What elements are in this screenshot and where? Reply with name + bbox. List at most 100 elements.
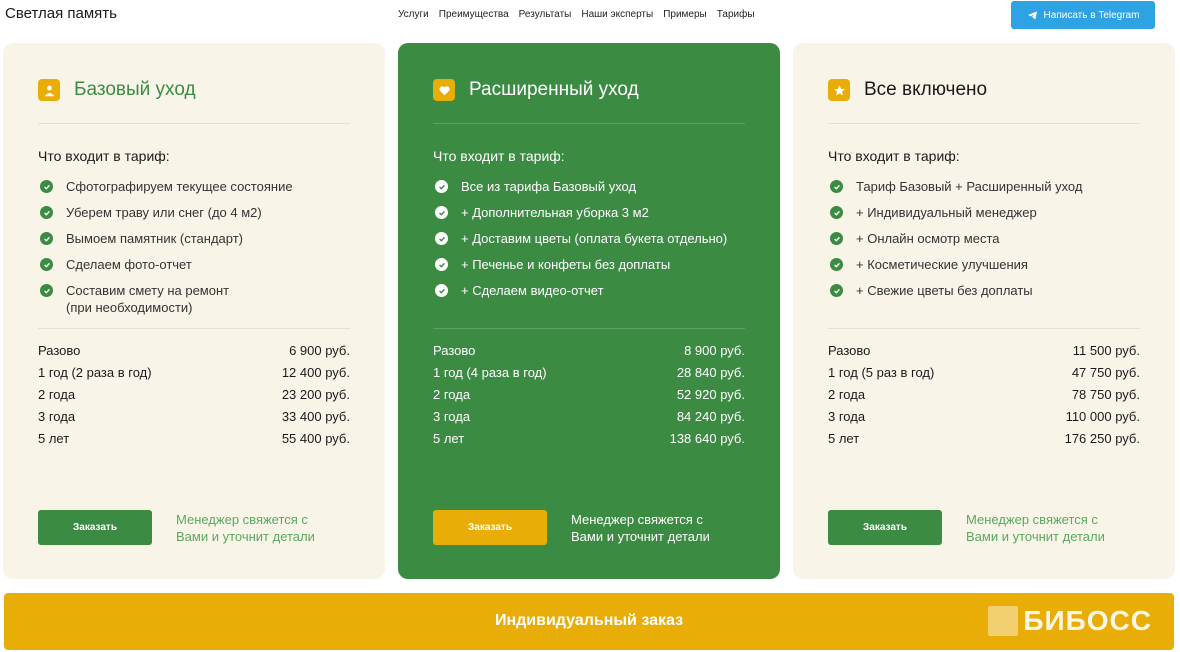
- nav-item-experts[interactable]: Наши эксперты: [581, 9, 653, 20]
- nav-item-examples[interactable]: Примеры: [663, 9, 707, 20]
- order-note: Менеджер свяжется с Вами и уточнит детал…: [176, 512, 315, 544]
- price-row: 5 лет 55 400 руб.: [38, 431, 350, 447]
- price-period: 1 год (4 раза в год): [433, 365, 547, 380]
- nav-item-advantages[interactable]: Преимущества: [439, 9, 509, 20]
- price-row: 3 года 33 400 руб.: [38, 409, 350, 425]
- price-row: Разово 11 500 руб.: [828, 343, 1140, 359]
- plan-title: Все включено: [864, 79, 988, 100]
- includes-label: Что входит в тариф:: [433, 148, 565, 164]
- price-row: Разово 8 900 руб.: [433, 343, 745, 359]
- plan-card-extended: Расширенный уход Что входит в тариф: Все…: [398, 43, 780, 579]
- feature-item: + Индивидуальный менеджер: [830, 204, 1160, 221]
- price-period: 5 лет: [433, 431, 465, 446]
- feature-item: Вымоем памятник (стандарт): [40, 230, 370, 247]
- price-list: Разово 6 900 руб. 1 год (2 раза в год) 12 …: [38, 343, 350, 453]
- feature-text: + Свежие цветы без доплаты: [856, 283, 1033, 298]
- price-row: 5 лет 176 250 руб.: [828, 431, 1140, 447]
- price-value: 78 750 руб.: [1071, 387, 1140, 402]
- order-button[interactable]: Заказать: [38, 510, 152, 545]
- price-period: 5 лет: [828, 431, 860, 446]
- price-row: 5 лет 138 640 руб.: [433, 431, 745, 447]
- plan-header: Все включено: [828, 79, 987, 101]
- brand-logo-icon: [988, 606, 1019, 636]
- feature-item: Сфотографируем текущее состояние: [40, 178, 370, 195]
- nav-item-results[interactable]: Результаты: [519, 9, 572, 20]
- individual-order-bar[interactable]: Индивидуальный заказ БИБОСС: [4, 593, 1174, 650]
- price-period: Разово: [433, 343, 476, 358]
- plan-header: Базовый уход: [38, 79, 196, 101]
- plan-card-all-inclusive: Все включено Что входит в тариф: Тариф Б…: [793, 43, 1175, 579]
- price-value: 47 750 руб.: [1071, 365, 1140, 380]
- plan-header: Расширенный уход: [433, 79, 639, 101]
- feature-item: + Косметические улучшения: [830, 256, 1160, 273]
- divider: [433, 123, 745, 124]
- includes-label: Что входит в тариф:: [828, 148, 960, 164]
- check-icon: [435, 258, 448, 271]
- plan-title: Базовый уход: [74, 79, 196, 100]
- feature-text: Вымоем памятник (стандарт): [66, 231, 243, 246]
- plan-card-basic: Базовый уход Что входит в тариф: Сфотогр…: [3, 43, 385, 579]
- feature-item: + Свежие цветы без доплаты: [830, 282, 1160, 299]
- feature-text: Уберем траву или снег (до 4 м2): [66, 205, 262, 220]
- price-value: 84 240 руб.: [676, 409, 745, 424]
- telegram-button[interactable]: Написать в Telegram: [1011, 1, 1155, 29]
- feature-text: Сделаем фото-отчет: [66, 257, 192, 272]
- feature-item: + Печенье и конфеты без доплаты: [435, 256, 765, 273]
- divider: [433, 328, 745, 329]
- divider: [828, 123, 1140, 124]
- price-period: 5 лет: [38, 431, 70, 446]
- price-value: 28 840 руб.: [676, 365, 745, 380]
- price-row: 3 года 110 000 руб.: [828, 409, 1140, 425]
- order-note: Менеджер свяжется с Вами и уточнит детал…: [571, 512, 710, 544]
- check-icon: [40, 284, 53, 297]
- brand-watermark: БИБОСС: [988, 605, 1152, 637]
- feature-item: Все из тарифа Базовый уход: [435, 178, 765, 195]
- header: Светлая память Услуги Преимущества Резул…: [0, 0, 1180, 34]
- nav-item-services[interactable]: Услуги: [398, 9, 429, 20]
- price-row: 3 года 84 240 руб.: [433, 409, 745, 425]
- price-period: Разово: [38, 343, 81, 358]
- price-row: 1 год (4 раза в год) 28 840 руб.: [433, 365, 745, 381]
- feature-item: + Дополнительная уборка 3 м2: [435, 204, 765, 221]
- price-value: 138 640 руб.: [669, 431, 745, 446]
- order-button[interactable]: Заказать: [828, 510, 942, 545]
- price-value: 55 400 руб.: [281, 431, 350, 446]
- price-period: 1 год (2 раза в год): [38, 365, 152, 380]
- price-list: Разово 11 500 руб. 1 год (5 раз в год) 47 …: [828, 343, 1140, 453]
- telegram-button-label: Написать в Telegram: [1043, 9, 1140, 21]
- feature-list: Сфотографируем текущее состояние Уберем …: [40, 178, 370, 325]
- price-value: 23 200 руб.: [281, 387, 350, 402]
- divider: [828, 328, 1140, 329]
- heart-icon: [433, 79, 455, 101]
- price-row: 1 год (2 раза в год) 12 400 руб.: [38, 365, 350, 381]
- nav-item-tariffs[interactable]: Тарифы: [717, 9, 755, 20]
- order-button[interactable]: Заказать: [433, 510, 547, 545]
- price-value: 11 500 руб.: [1072, 343, 1140, 358]
- check-icon: [830, 206, 843, 219]
- price-period: 3 года: [38, 409, 76, 424]
- feature-text: Тариф Базовый + Расширенный уход: [856, 179, 1083, 194]
- feature-text: Все из тарифа Базовый уход: [461, 179, 637, 194]
- feature-item: + Доставим цветы (оплата букета отдельно…: [435, 230, 765, 247]
- user-icon: [38, 79, 60, 101]
- feature-item: Составим смету на ремонт (при необходимо…: [40, 282, 370, 316]
- check-icon: [830, 232, 843, 245]
- price-value: 12 400 руб.: [281, 365, 350, 380]
- price-row: 2 года 52 920 руб.: [433, 387, 745, 403]
- site-logo[interactable]: Светлая память: [5, 5, 117, 22]
- price-list: Разово 8 900 руб. 1 год (4 раза в год) 28 …: [433, 343, 745, 453]
- price-value: 8 900 руб.: [684, 343, 745, 358]
- check-icon: [40, 206, 53, 219]
- check-icon: [40, 180, 53, 193]
- divider: [38, 123, 350, 124]
- feature-text: + Дополнительная уборка 3 м2: [461, 205, 649, 220]
- includes-label: Что входит в тариф:: [38, 148, 170, 164]
- price-value: 52 920 руб.: [676, 387, 745, 402]
- price-value: 6 900 руб.: [289, 343, 350, 358]
- check-icon: [830, 284, 843, 297]
- feature-item: + Сделаем видео-отчет: [435, 282, 765, 299]
- price-period: 1 год (5 раз в год): [828, 365, 935, 380]
- feature-text: + Сделаем видео-отчет: [461, 283, 604, 298]
- feature-text: + Индивидуальный менеджер: [856, 205, 1037, 220]
- price-row: 2 года 23 200 руб.: [38, 387, 350, 403]
